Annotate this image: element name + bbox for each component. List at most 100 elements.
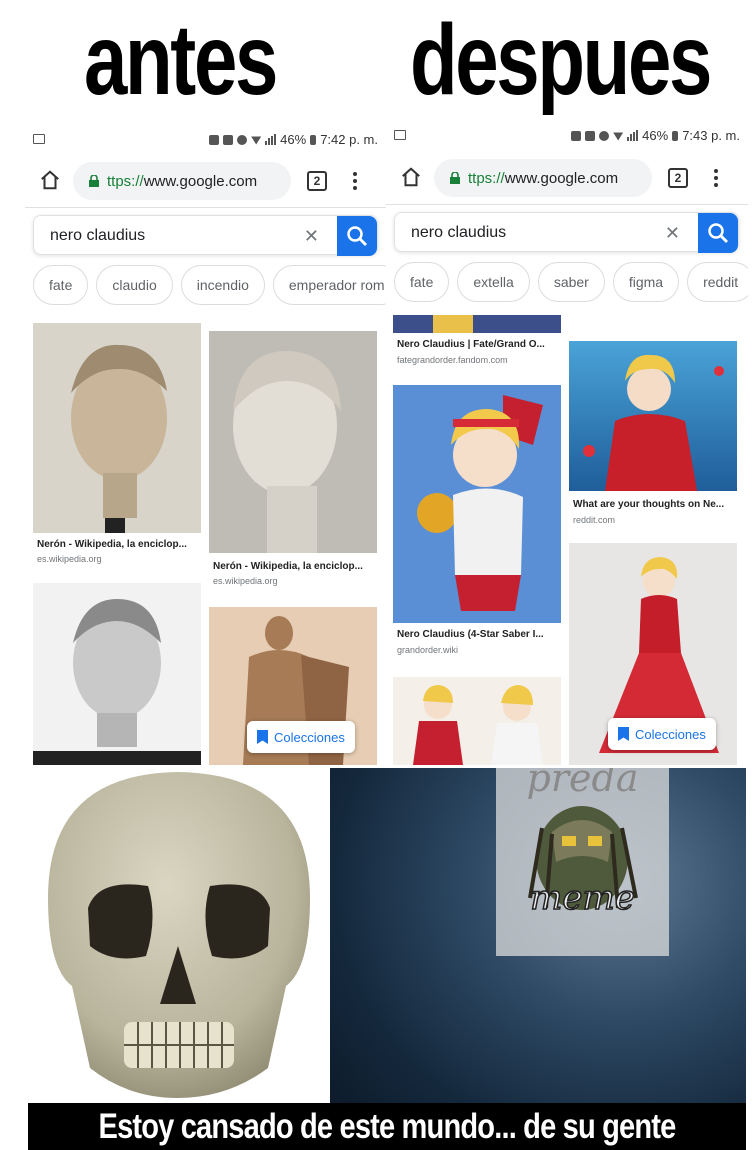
chip-fate[interactable]: fate	[33, 265, 89, 305]
watermark-bottom-text: meme	[529, 877, 635, 919]
result-thumbnail	[393, 315, 561, 333]
phone-screenshot-before: 46% 7:42 p. m. ttps://www.google.com 2 n…	[25, 125, 386, 765]
clock: 7:43 p. m.	[682, 128, 740, 143]
wifi-icon	[613, 132, 624, 141]
url-scheme: ttps://	[107, 172, 144, 190]
lock-icon	[450, 172, 460, 184]
result-thumbnail	[33, 323, 201, 533]
title-despues: despues	[409, 4, 712, 116]
predator-meme-watermark: preda meme	[496, 768, 669, 956]
battery-saver-icon	[571, 130, 582, 141]
search-input[interactable]: nero claudius ✕	[394, 212, 739, 253]
url-scheme: ttps://	[468, 169, 505, 187]
url-host: www.google.com	[504, 169, 619, 187]
image-result[interactable]: Nerón - Wikipedia, la enciclop... es.wik…	[209, 331, 377, 593]
battery-percent: 46%	[280, 132, 307, 147]
image-result[interactable]	[393, 677, 561, 765]
predator-icon	[528, 806, 638, 910]
result-thumbnail	[569, 341, 737, 491]
search-button[interactable]	[698, 213, 738, 253]
result-site: reddit.com	[573, 515, 616, 523]
alarm-icon	[237, 134, 248, 145]
chip-saber[interactable]: saber	[537, 262, 605, 302]
search-button[interactable]	[337, 216, 377, 256]
result-title: What are your thoughts on Ne...	[573, 499, 725, 510]
address-bar[interactable]: ttps://www.google.com	[73, 162, 291, 200]
collections-button[interactable]: Colecciones	[247, 721, 355, 753]
browser-toolbar: ttps://www.google.com 2	[386, 156, 748, 200]
gallery-notification-icon	[33, 134, 45, 144]
image-result[interactable]: Nero Claudius | Fate/Grand O... fategran…	[393, 315, 561, 365]
status-bar: 46% 7:42 p. m.	[25, 125, 386, 155]
home-icon[interactable]	[39, 169, 61, 191]
mute-icon	[585, 130, 596, 141]
address-bar[interactable]: ttps://www.google.com	[434, 159, 652, 197]
result-thumbnail	[393, 385, 561, 623]
bookmark-icon	[257, 730, 268, 744]
skull-image	[28, 768, 330, 1103]
status-icons: 46% 7:43 p. m.	[571, 128, 740, 143]
toolbar-divider	[25, 207, 386, 208]
result-thumbnail	[209, 331, 377, 553]
overflow-menu-icon[interactable]	[712, 166, 720, 190]
result-title: Nerón - Wikipedia, la enciclop...	[37, 539, 187, 550]
chip-incendio[interactable]: incendio	[180, 265, 265, 305]
result-title: Nerón - Wikipedia, la enciclop...	[213, 561, 363, 572]
alarm-icon	[599, 130, 610, 141]
status-bar: 46% 7:43 p. m.	[386, 125, 748, 151]
suggestion-chips: fate extella saber figma reddit	[394, 262, 748, 302]
suggestion-chips: fate claudio incendio emperador rom	[33, 265, 386, 305]
mute-icon	[223, 134, 234, 145]
result-thumbnail	[393, 677, 561, 765]
battery-icon	[310, 134, 317, 145]
signal-icon	[627, 130, 639, 141]
search-icon	[708, 223, 728, 243]
url-host: www.google.com	[143, 172, 258, 190]
skull-icon	[48, 772, 310, 1098]
bookmark-icon	[618, 727, 629, 741]
chip-emperador[interactable]: emperador rom	[272, 265, 386, 305]
battery-percent: 46%	[642, 128, 669, 143]
home-icon[interactable]	[400, 166, 422, 188]
search-query: nero claudius	[50, 227, 146, 244]
collections-label: Colecciones	[274, 729, 345, 745]
result-site: grandorder.wiki	[397, 645, 459, 655]
signal-icon	[265, 134, 277, 145]
search-icon	[347, 226, 367, 246]
chip-claudio[interactable]: claudio	[96, 265, 173, 305]
battery-saver-icon	[209, 134, 220, 145]
result-thumbnail	[33, 583, 201, 765]
search-input[interactable]: nero claudius ✕	[33, 215, 378, 256]
result-site: fategrandorder.fandom.com	[397, 355, 508, 365]
gallery-notification-icon	[394, 130, 406, 140]
clear-icon[interactable]: ✕	[665, 224, 680, 242]
search-query: nero claudius	[411, 224, 507, 241]
wifi-icon	[251, 136, 262, 145]
result-title: Nero Claudius | Fate/Grand O...	[397, 339, 545, 350]
phone-screenshot-after: 46% 7:43 p. m. ttps://www.google.com 2 n…	[386, 125, 748, 765]
image-result[interactable]: Nerón - Wikipedia, la enciclop... es.wik…	[33, 323, 201, 568]
status-icons: 46% 7:42 p. m.	[209, 132, 378, 147]
tab-switcher-button[interactable]: 2	[668, 168, 688, 188]
collections-button[interactable]: Colecciones	[608, 718, 716, 750]
toolbar-divider	[386, 204, 748, 205]
clear-icon[interactable]: ✕	[304, 227, 319, 245]
battery-icon	[672, 130, 679, 141]
image-result[interactable]: What are your thoughts on Ne... reddit.c…	[569, 341, 737, 523]
collections-label: Colecciones	[635, 726, 706, 742]
chip-fate[interactable]: fate	[394, 262, 450, 302]
result-site: es.wikipedia.org	[213, 576, 278, 586]
overflow-menu-icon[interactable]	[351, 169, 359, 193]
meme-caption: Estoy cansado de este mundo... de su gen…	[98, 1107, 677, 1146]
chip-extella[interactable]: extella	[457, 262, 530, 302]
tab-switcher-button[interactable]: 2	[307, 171, 327, 191]
result-title: Nero Claudius (4-Star Saber I...	[397, 629, 544, 640]
image-result[interactable]: Nero Claudius (4-Star Saber I... grandor…	[393, 385, 561, 657]
clock: 7:42 p. m.	[320, 132, 378, 147]
image-result[interactable]	[33, 583, 201, 765]
result-site: es.wikipedia.org	[37, 554, 102, 564]
chip-figma[interactable]: figma	[612, 262, 680, 302]
browser-toolbar: ttps://www.google.com 2	[25, 159, 386, 203]
meme-reaction-panel: preda meme Estoy cansado de este mundo..…	[28, 768, 746, 1150]
chip-reddit[interactable]: reddit	[687, 262, 748, 302]
